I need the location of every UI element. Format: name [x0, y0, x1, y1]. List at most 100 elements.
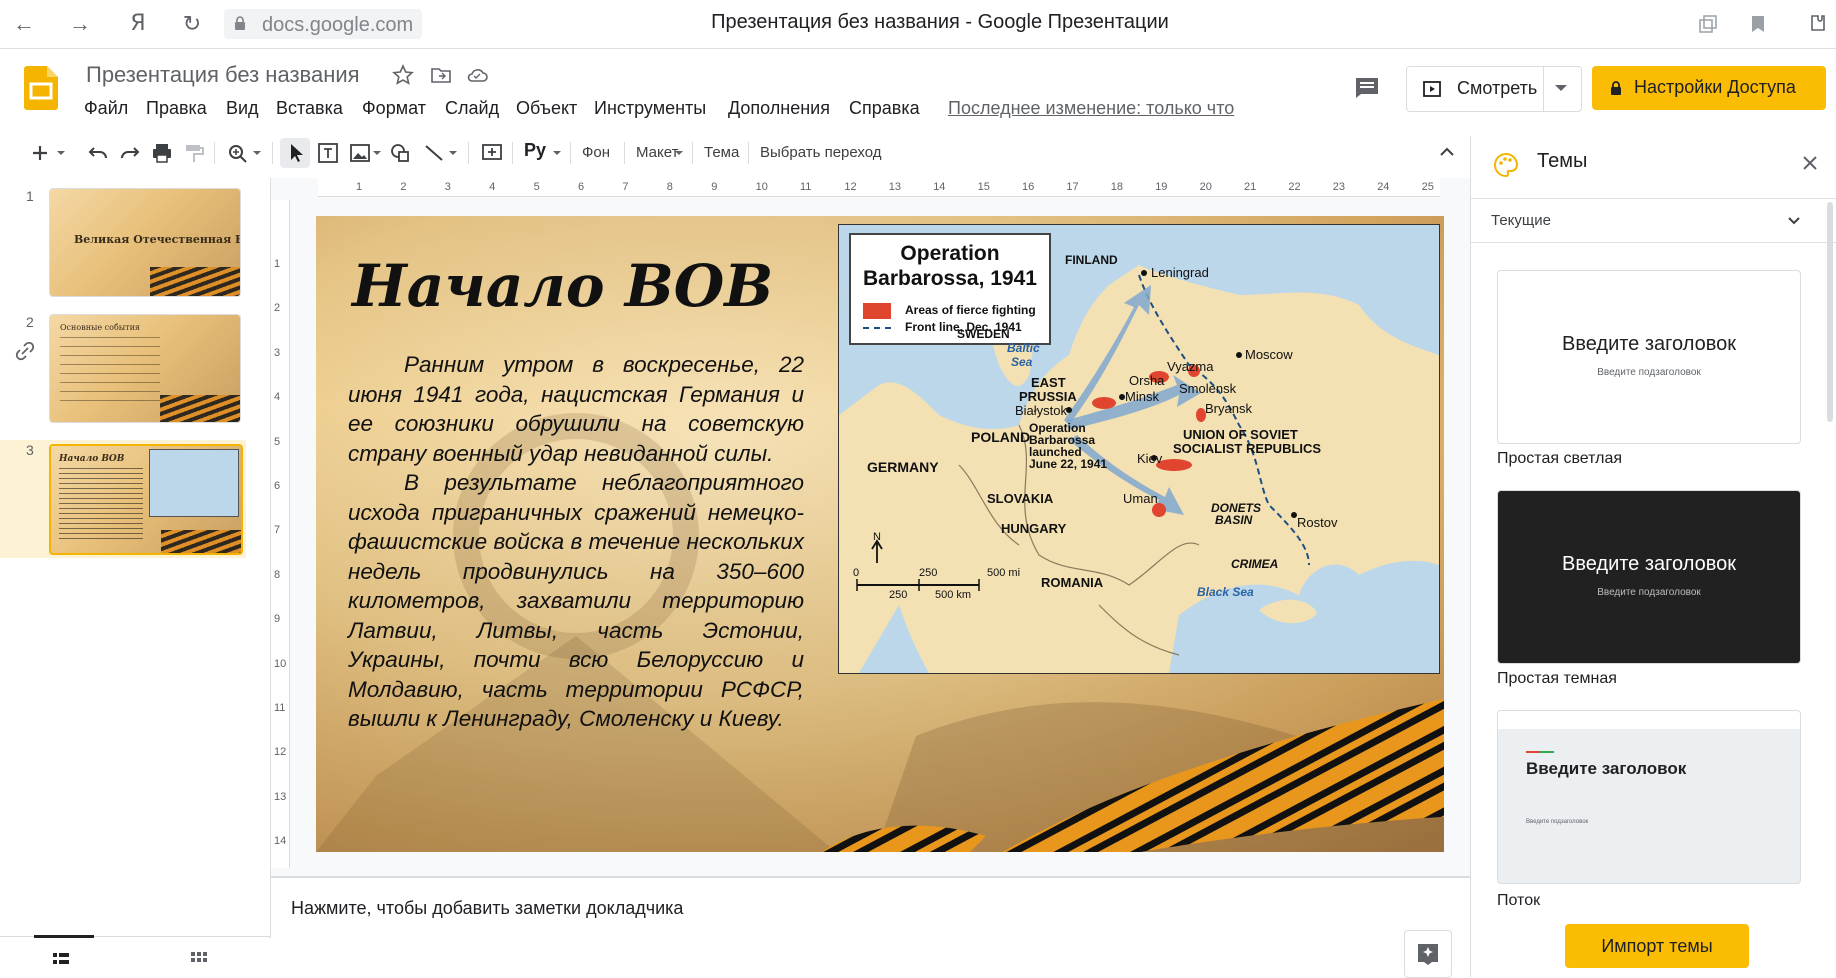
star-icon[interactable] [392, 64, 414, 86]
notes-resize-handle[interactable] [271, 876, 1470, 878]
ruler-mark: 1 [356, 181, 363, 193]
print-icon[interactable] [150, 142, 174, 164]
menu-object[interactable]: Объект [516, 98, 577, 119]
theme-card-simple-light[interactable]: Введите заголовок Введите подзаголовок [1497, 270, 1801, 444]
line-dropdown-icon[interactable] [446, 142, 460, 164]
explore-button[interactable] [1404, 930, 1452, 978]
redo-icon[interactable] [118, 142, 142, 164]
back-arrow-icon[interactable]: ← [10, 10, 38, 38]
slide-number: 2 [26, 314, 34, 330]
menu-file[interactable]: Файл [84, 98, 128, 119]
image-dropdown-icon[interactable] [370, 142, 384, 164]
present-dropdown-caret-icon[interactable] [1555, 85, 1567, 91]
theme-button[interactable]: Тема [704, 144, 739, 161]
ruler-mark: 20 [1199, 181, 1212, 193]
share-button[interactable]: Настройки Доступа [1592, 66, 1826, 110]
select-cursor-icon[interactable] [284, 142, 308, 164]
menu-format[interactable]: Формат [362, 98, 426, 119]
slide-thumbnail-1[interactable]: Великая Отечественная Война [49, 188, 241, 297]
background-button[interactable]: Фон [582, 144, 610, 161]
new-slide-plus-icon[interactable] [28, 142, 52, 164]
slides-logo-icon[interactable] [24, 66, 58, 110]
insert-image-icon[interactable] [348, 142, 372, 164]
input-tools-icon[interactable]: Pу [524, 140, 548, 162]
move-to-folder-icon[interactable] [430, 64, 452, 86]
slide-thumbnail-3[interactable]: Начало ВОВ [49, 444, 243, 555]
menu-tools[interactable]: Инструменты [594, 98, 706, 119]
themes-scrollbar[interactable] [1827, 202, 1833, 422]
transition-button[interactable]: Выбрать переход [760, 144, 882, 161]
document-title[interactable]: Презентация без названия [86, 62, 360, 88]
speaker-notes-field[interactable]: Нажмите, чтобы добавить заметки докладчи… [291, 898, 683, 919]
map-label-bialystok: Białystok [1015, 403, 1068, 418]
slide-canvas[interactable]: Начало ВОВ Ранним утром в воскресенье, 2… [316, 216, 1444, 852]
slide-title[interactable]: Начало ВОВ [352, 252, 773, 320]
reload-icon[interactable]: ↻ [178, 10, 206, 38]
map-label-rostov: Rostov [1297, 515, 1338, 530]
menu-insert[interactable]: Вставка [276, 98, 343, 119]
line-icon[interactable] [422, 142, 446, 164]
import-theme-button[interactable]: Импорт темы [1565, 924, 1749, 968]
filmstrip-view-toggle [0, 935, 270, 978]
ruler-mark: 9 [711, 181, 718, 193]
menu-edit[interactable]: Правка [146, 98, 207, 119]
menu-help[interactable]: Справка [849, 98, 920, 119]
themes-panel-title: Темы [1537, 150, 1588, 172]
legend-fighting: Areas of fierce fighting [905, 303, 1036, 317]
map-label-vyazma: Vyazma [1167, 359, 1214, 374]
map-label-ussr-1: UNION OF SOVIET [1183, 427, 1298, 442]
menu-view[interactable]: Вид [226, 98, 259, 119]
bookmark-icon[interactable] [1750, 14, 1766, 34]
toolbar-divider [692, 142, 693, 164]
undo-icon[interactable] [86, 142, 110, 164]
zoom-dropdown-icon[interactable] [250, 142, 264, 164]
tabs-icon[interactable] [1698, 14, 1718, 34]
ruler-mark: 14 [274, 835, 287, 848]
yandex-icon[interactable]: Я [124, 10, 152, 38]
theme-card-stream[interactable]: Введите заголовок Введите подзаголовок [1497, 710, 1801, 884]
browser-toolbar: ← → Я ↻ docs.google.com Презентация без … [0, 0, 1836, 49]
ruler-mark: 6 [578, 181, 585, 193]
new-slide-dropdown-icon[interactable] [54, 142, 68, 164]
close-icon[interactable] [1801, 154, 1819, 172]
slide-body-text[interactable]: Ранним утром в воскресенье, 22 июня 1941… [348, 350, 804, 734]
zoom-icon[interactable] [226, 142, 250, 164]
menu-slide[interactable]: Слайд [445, 98, 499, 119]
slide-thumbnail-2[interactable]: Основные события [49, 314, 241, 423]
layout-dropdown-icon[interactable] [672, 142, 686, 164]
insert-comment-icon[interactable] [480, 142, 504, 164]
ruler-mark: 16 [1022, 181, 1035, 193]
legend-title-line-2: Barbarossa, 1941 [863, 267, 1037, 290]
palette-icon [1494, 152, 1519, 178]
cloud-saved-icon[interactable] [466, 64, 488, 86]
barbarossa-map-image[interactable]: Operation Barbarossa, 1941 Areas of fier… [838, 224, 1440, 674]
filmstrip-view-icon[interactable] [52, 951, 70, 967]
ruler-mark: 23 [1332, 181, 1346, 193]
theme-filter-dropdown[interactable]: Текущие [1491, 212, 1551, 229]
text-box-icon[interactable] [316, 142, 340, 164]
ruler-mark: 10 [755, 181, 768, 193]
present-button[interactable]: Смотреть [1406, 66, 1582, 112]
theme-name: Простая светлая [1497, 450, 1623, 467]
ruler-mark: 22 [1288, 181, 1301, 193]
collapse-toolbar-chevron-icon[interactable] [1438, 143, 1456, 161]
extensions-icon[interactable] [1806, 12, 1828, 36]
ruler-mark: 5 [274, 435, 281, 448]
grid-view-icon[interactable] [190, 951, 208, 967]
menu-addons[interactable]: Дополнения [728, 98, 830, 119]
chevron-down-icon[interactable] [1787, 216, 1801, 226]
shape-icon[interactable] [388, 142, 412, 164]
address-bar[interactable]: docs.google.com [224, 9, 422, 39]
vertical-ruler: 1 2 3 4 5 6 7 8 9 10 11 12 13 14 [271, 200, 290, 868]
lock-icon [235, 16, 245, 30]
map-label-hungary: HUNGARY [1001, 521, 1067, 536]
last-edit-link[interactable]: Последнее изменение: только что [948, 98, 1234, 119]
map-label-north: N [873, 531, 881, 543]
paint-format-icon[interactable] [182, 142, 206, 164]
link-icon[interactable] [14, 340, 36, 362]
forward-arrow-icon[interactable]: → [66, 10, 94, 38]
comment-history-icon[interactable] [1354, 76, 1380, 100]
theme-card-simple-dark[interactable]: Введите заголовок Введите подзаголовок [1497, 490, 1801, 664]
map-label-east-prussia-2: PRUSSIA [1019, 389, 1077, 404]
input-tools-dropdown-icon[interactable] [550, 142, 564, 164]
